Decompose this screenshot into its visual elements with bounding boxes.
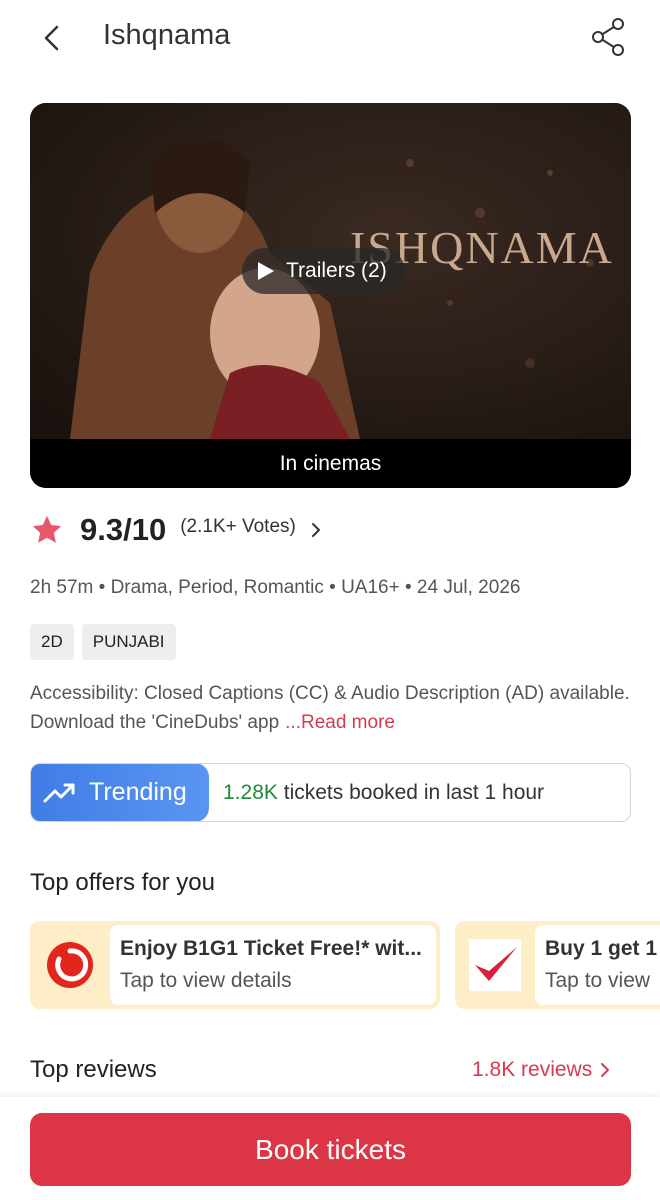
chevron-left-icon xyxy=(44,25,59,51)
offer-title: Buy 1 get 1 xyxy=(545,937,658,960)
header: Ishqnama xyxy=(0,0,660,76)
tag-format: 2D xyxy=(30,624,74,660)
movie-meta: 2h 57m • Drama, Period, Romantic • UA16+… xyxy=(30,577,521,598)
status-banner: In cinemas xyxy=(30,439,631,488)
offer-subtitle: Tap to view xyxy=(545,969,651,992)
back-button[interactable] xyxy=(30,18,74,58)
trending-banner: Trending 1.28K tickets booked in last 1 … xyxy=(30,763,631,822)
reviews-count: 1.8K reviews xyxy=(472,1058,593,1081)
format-tags: 2D PUNJABI xyxy=(30,624,176,660)
red-check-logo xyxy=(467,937,523,993)
offer-content: Buy 1 get 1 Tap to view xyxy=(535,925,660,1005)
trending-count: 1.28K xyxy=(223,780,278,804)
chevron-right-icon xyxy=(311,523,320,537)
trending-badge: Trending xyxy=(31,764,209,821)
offers-carousel: Enjoy B1G1 Ticket Free!* wit... Tap to v… xyxy=(30,921,660,1011)
trending-description: tickets booked in last 1 hour xyxy=(283,780,545,804)
tag-language: PUNJABI xyxy=(81,624,176,660)
read-more-link[interactable]: ...Read more xyxy=(285,712,395,733)
trailers-label: Trailers (2) xyxy=(286,259,387,282)
play-icon xyxy=(258,262,274,280)
offers-heading: Top offers for you xyxy=(30,869,215,896)
offer-card[interactable]: Buy 1 get 1 Tap to view xyxy=(455,921,660,1009)
star-icon xyxy=(32,515,62,543)
share-icon xyxy=(592,18,624,56)
trending-up-icon xyxy=(43,783,75,802)
offer-subtitle: Tap to view details xyxy=(120,969,292,992)
movie-poster[interactable]: ISHQNAMA Trailers (2) In cinemas xyxy=(30,103,631,488)
rating-score: 9.3/10 xyxy=(80,512,167,547)
accessibility-note: Accessibility: Closed Captions (CC) & Au… xyxy=(30,679,630,737)
chevron-right-icon xyxy=(601,1063,610,1077)
offer-content: Enjoy B1G1 Ticket Free!* wit... Tap to v… xyxy=(110,925,436,1005)
trailers-button[interactable]: Trailers (2) xyxy=(242,248,405,294)
share-button[interactable] xyxy=(586,15,630,59)
red-circle-logo xyxy=(42,937,98,993)
rating-row[interactable]: 9.3/10 (2.1K+ Votes) xyxy=(30,508,322,552)
offer-title: Enjoy B1G1 Ticket Free!* wit... xyxy=(120,937,422,960)
reviews-link[interactable]: 1.8K reviews xyxy=(472,1058,610,1082)
book-tickets-button[interactable]: Book tickets xyxy=(30,1113,631,1186)
rating-votes: (2.1K+ Votes) xyxy=(180,516,296,537)
trending-text: 1.28K tickets booked in last 1 hour xyxy=(223,781,544,805)
bottom-bar: Book tickets xyxy=(0,1097,660,1200)
page-title: Ishqnama xyxy=(103,19,231,51)
reviews-heading: Top reviews xyxy=(30,1056,157,1083)
offer-card[interactable]: Enjoy B1G1 Ticket Free!* wit... Tap to v… xyxy=(30,921,440,1009)
trending-label: Trending xyxy=(89,778,187,806)
